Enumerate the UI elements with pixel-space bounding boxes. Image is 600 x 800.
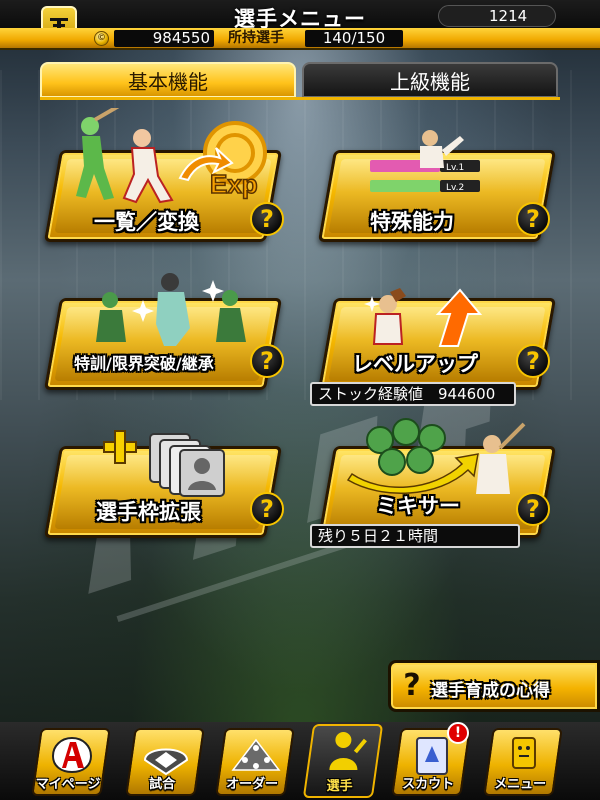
exp-art-text: Exp	[210, 169, 258, 199]
tab-basic-functions[interactable]: 基本機能	[40, 62, 296, 98]
nav-menu[interactable]: メニュー	[483, 728, 563, 796]
question-icon: ?	[403, 668, 421, 703]
nav-players-label: 選手	[326, 779, 353, 794]
level-up-label: レベルアップ	[352, 352, 478, 376]
nav-menu-label: メニュー	[494, 777, 547, 792]
owned-players-count: 140/150	[305, 30, 403, 47]
players-exp-art-icon: Exp	[76, 108, 267, 204]
nav-players[interactable]: 選手	[302, 724, 384, 798]
menu-character-icon	[511, 737, 536, 769]
training-limit-break-label: 特訓/限界突破/継承	[74, 354, 214, 373]
player-icon	[329, 732, 367, 770]
nav-order[interactable]: オーダー	[215, 728, 295, 796]
training-players-art-icon	[96, 273, 246, 346]
list-convert-help-icon[interactable]: ?	[250, 202, 284, 236]
level-up-arrow-art-icon	[364, 288, 483, 347]
resource-bar	[0, 28, 600, 48]
bottom-navigation: マイページ 試合 オーダー 選手 スカウト メニュー	[0, 722, 600, 800]
scout-notification-badge: !	[447, 722, 469, 744]
mixer-help-icon[interactable]: ?	[516, 492, 550, 526]
stadium-icon	[143, 748, 188, 776]
nav-order-label: オーダー	[226, 777, 279, 792]
level-up-help-icon[interactable]: ?	[516, 344, 550, 378]
mixer-time-remaining: 残り５日２１時間	[310, 524, 520, 548]
nav-scout-label: スカウト	[402, 777, 455, 792]
mypage-a-icon	[51, 736, 92, 774]
lv1-text: Lv.1	[446, 163, 464, 173]
special-ability-help-icon[interactable]: ?	[516, 202, 550, 236]
guide-label: 選手育成の心得	[431, 681, 550, 701]
nav-mypage-label: マイページ	[35, 777, 101, 792]
lv2-text: Lv.2	[446, 183, 464, 193]
mixer-label: ミキサー	[376, 494, 460, 518]
slot-expand-label: 選手枠拡張	[96, 500, 201, 524]
tab-advanced-functions[interactable]: 上級機能	[302, 62, 558, 98]
player-training-guide-button[interactable]: ? 選手育成の心得	[388, 660, 600, 712]
coin-icon: ©	[94, 31, 109, 46]
stock-exp-display: ストック経験値 944600	[310, 382, 516, 406]
training-help-icon[interactable]: ?	[250, 344, 284, 378]
nav-match-label: 試合	[149, 777, 176, 792]
special-ability-art-icon: Lv.1 Lv.2	[370, 130, 480, 193]
premium-currency-count: 1214	[438, 5, 556, 27]
player-cards-plus-art-icon	[103, 430, 225, 497]
top-status-bar: 選手メニュー 1214 © 984550 所持選手 140/150	[0, 0, 600, 50]
slot-expand-help-icon[interactable]: ?	[250, 492, 284, 526]
nav-mypage[interactable]: マイページ	[31, 728, 111, 796]
lineup-icon	[231, 738, 281, 771]
special-ability-label: 特殊能力	[370, 210, 454, 234]
nav-match[interactable]: 試合	[125, 728, 205, 796]
list-convert-label: 一覧／変換	[94, 210, 199, 234]
coin-count: 984550	[114, 30, 214, 47]
owned-players-label: 所持選手	[228, 30, 284, 46]
